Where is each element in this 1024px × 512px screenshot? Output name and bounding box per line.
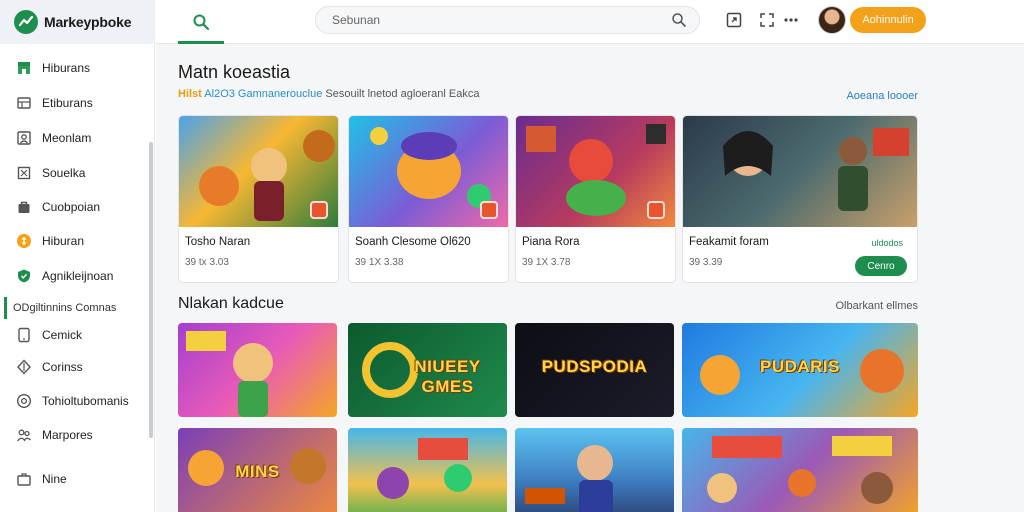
sidebar-item-7[interactable]: Agnikleijnoan bbox=[0, 262, 150, 290]
search-input[interactable] bbox=[332, 13, 671, 27]
shield-icon bbox=[16, 268, 32, 284]
sidebar-item-label: Nine bbox=[42, 472, 67, 486]
game-card[interactable]: Piana Rora 39 1X 3.78 bbox=[515, 115, 676, 283]
game-card[interactable]: Tosho Naran 39 tx 3.03 bbox=[178, 115, 339, 283]
brand[interactable]: Markeypboke bbox=[0, 0, 155, 44]
game-card[interactable]: Soanh Clesome Ol620 39 1X 3.38 bbox=[348, 115, 509, 283]
card-meta: 39 1X 3.38 bbox=[355, 257, 404, 268]
game-tile[interactable]: NIUEEY GMES bbox=[348, 323, 507, 417]
page-title: Matn koeastia bbox=[178, 62, 291, 82]
game-tile[interactable] bbox=[515, 428, 674, 512]
bookmark-icon[interactable] bbox=[310, 201, 328, 219]
card-title: Piana Rora bbox=[522, 236, 580, 248]
target-icon bbox=[16, 393, 32, 409]
sidebar-item-label: Tohioltubomanis bbox=[42, 394, 129, 408]
notification-icon[interactable] bbox=[724, 10, 744, 30]
sidebar-item-9[interactable]: Corinss bbox=[0, 353, 150, 381]
card-title: Soanh Clesome Ol620 bbox=[355, 236, 471, 248]
game-tile[interactable]: MINS bbox=[178, 428, 337, 512]
game-thumbnail bbox=[179, 116, 338, 227]
tile-title: MINS bbox=[235, 462, 280, 481]
search-tab[interactable] bbox=[178, 0, 224, 44]
grid-icon bbox=[16, 95, 32, 111]
diamond-icon bbox=[16, 359, 32, 375]
bookmark-icon[interactable] bbox=[480, 201, 498, 219]
game-thumbnail bbox=[683, 116, 917, 227]
card-meta: 39 3.39 bbox=[689, 257, 723, 268]
game-tile[interactable] bbox=[348, 428, 507, 512]
users-icon bbox=[16, 130, 32, 146]
game-thumbnail bbox=[349, 116, 508, 227]
get-button[interactable]: Cenro bbox=[855, 256, 907, 276]
game-thumbnail bbox=[516, 116, 675, 227]
game-tile[interactable] bbox=[178, 323, 337, 417]
expand-icon[interactable] bbox=[757, 10, 777, 30]
section-subtitle: Hilst Al2O3 Gamnanerouclue Sesouilt lnet… bbox=[178, 88, 479, 100]
main-content: Matn koeastia Hilst Al2O3 Gamnanerouclue… bbox=[156, 44, 1024, 512]
sidebar-item-label: Etiburans bbox=[42, 96, 93, 110]
game-tile[interactable]: PUDSPODIA bbox=[515, 323, 674, 417]
card-title: Feakamit foram bbox=[689, 236, 769, 248]
search-icon[interactable] bbox=[671, 12, 687, 28]
game-tile[interactable]: PUDARIS bbox=[682, 323, 918, 417]
sidebar-scrollbar[interactable] bbox=[149, 142, 153, 438]
store-icon bbox=[16, 60, 32, 76]
sidebar-item-label: Cemick bbox=[42, 328, 83, 342]
sidebar-item-label: Hiburan bbox=[42, 234, 85, 248]
search-icon bbox=[193, 14, 210, 31]
header-action-button[interactable]: Aohinnulin bbox=[850, 7, 926, 33]
coin-icon bbox=[16, 233, 32, 249]
card-meta: 39 1X 3.78 bbox=[522, 257, 571, 268]
sidebar: Hiburans Etiburans Meonlam Souelka Cuobp… bbox=[0, 44, 155, 512]
tablet-icon bbox=[16, 327, 32, 343]
sidebar-item-1[interactable]: Hiburans bbox=[0, 54, 150, 82]
sidebar-item-8[interactable]: Cemick bbox=[0, 321, 150, 349]
sidebar-section-label: ODgiltinnins Comnas bbox=[4, 297, 154, 319]
sidebar-item-11[interactable]: Marpores bbox=[0, 421, 150, 449]
sidebar-item-label: Meonlam bbox=[42, 131, 92, 145]
brand-name: Markeypboke bbox=[44, 14, 132, 30]
sidebar-item-6[interactable]: Hiburan bbox=[0, 227, 150, 255]
section-heading: Nlakan kadcue bbox=[178, 295, 284, 312]
sidebar-item-label: Souelka bbox=[42, 166, 86, 180]
status-label: uldodos bbox=[871, 238, 903, 248]
see-more-link[interactable]: Aoeana loooer bbox=[846, 90, 918, 102]
bookmark-icon[interactable] bbox=[647, 201, 665, 219]
card-title: Tosho Naran bbox=[185, 236, 251, 248]
see-all-link[interactable]: Olbarkant ellmes bbox=[835, 300, 918, 312]
sidebar-item-label: Agnikleijnoan bbox=[42, 269, 114, 283]
box-icon bbox=[16, 165, 32, 181]
game-card[interactable]: Feakamit foram 39 3.39 uldodos Cenro bbox=[682, 115, 918, 283]
bag-icon bbox=[16, 199, 32, 215]
subtitle-highlight: Al2O3 Gamnanerouclue bbox=[204, 88, 323, 100]
sidebar-item-label: Hiburans bbox=[42, 61, 91, 75]
sidebar-item-12[interactable]: Nine bbox=[0, 465, 150, 493]
subtitle-text: Sesouilt lnetod agloeranl Eakca bbox=[325, 88, 480, 100]
brand-logo-icon bbox=[14, 10, 38, 34]
card-meta: 39 tx 3.03 bbox=[185, 257, 229, 268]
sidebar-item-label: Marpores bbox=[42, 428, 93, 442]
people-icon bbox=[16, 427, 32, 443]
sidebar-item-2[interactable]: Etiburans bbox=[0, 89, 150, 117]
sidebar-item-5[interactable]: Cuobpoian bbox=[0, 193, 150, 221]
sidebar-item-3[interactable]: Meonlam bbox=[0, 124, 150, 152]
sidebar-item-4[interactable]: Souelka bbox=[0, 159, 150, 187]
sidebar-item-label: Cuobpoian bbox=[42, 200, 101, 214]
top-bar: Markeypboke Aohinnulin bbox=[0, 0, 1024, 44]
sidebar-item-label: Corinss bbox=[42, 360, 83, 374]
sidebar-item-10[interactable]: Tohioltubomanis bbox=[0, 387, 150, 415]
search-bar bbox=[315, 6, 700, 34]
game-tile[interactable] bbox=[682, 428, 918, 512]
briefcase-icon bbox=[16, 471, 32, 487]
tile-title: PUDSPODIA bbox=[541, 357, 648, 376]
more-options-icon[interactable] bbox=[781, 10, 801, 30]
tile-title: NIUEEY GMES bbox=[414, 357, 481, 396]
avatar[interactable] bbox=[818, 6, 846, 34]
tile-title: PUDARIS bbox=[759, 357, 840, 376]
subtitle-tag: Hilst bbox=[178, 88, 202, 100]
